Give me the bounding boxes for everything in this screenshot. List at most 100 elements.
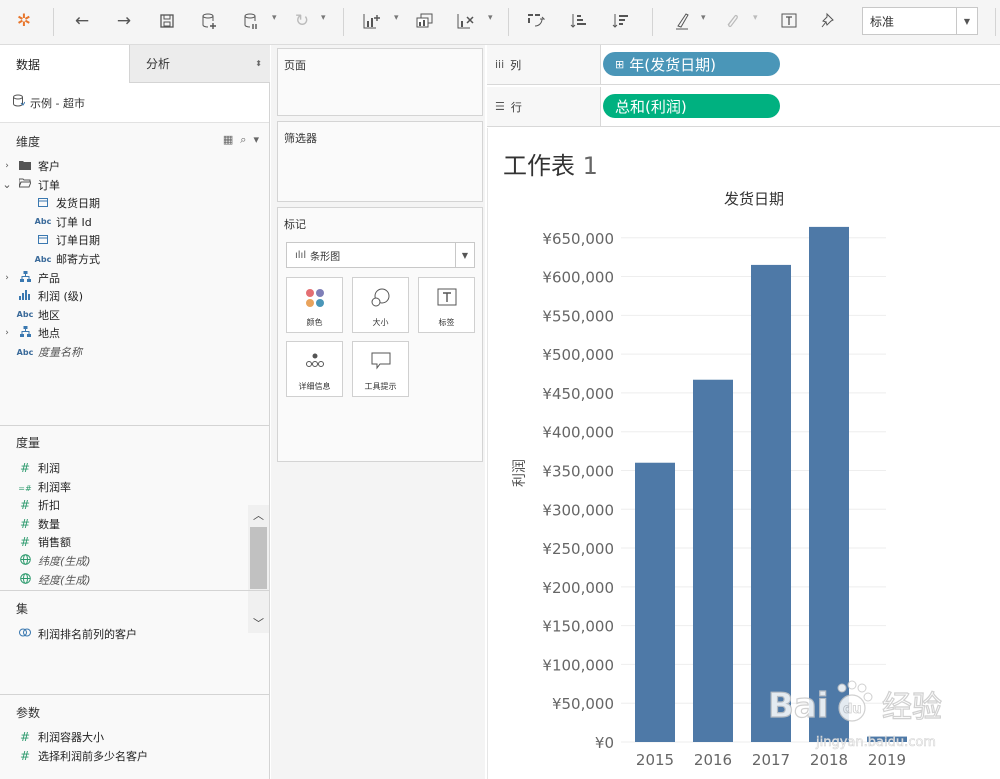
columns-shelf-label: iii 列 (495, 45, 521, 84)
label-button[interactable]: 标签 (418, 277, 475, 333)
field-item[interactable]: 发货日期 (0, 194, 248, 212)
new-worksheet-dropdown-icon[interactable]: ▾ (394, 13, 399, 23)
clear-dropdown-icon[interactable]: ▾ (488, 13, 493, 23)
pin-axes-icon[interactable] (815, 8, 843, 34)
datasource-item[interactable]: 示例 - 超市 (0, 83, 269, 123)
duplicate-icon[interactable] (411, 8, 439, 34)
hierarchy-icon (14, 270, 36, 285)
scroll-up-icon[interactable]: ︿ (248, 505, 269, 525)
field-item[interactable]: # 折扣 (0, 496, 248, 514)
field-item[interactable]: 利润 (级) (0, 287, 248, 305)
field-item[interactable]: › 地点 (0, 324, 248, 342)
chevron-right-icon[interactable]: › (0, 273, 14, 283)
parameters-header-label: 参数 (16, 706, 41, 720)
field-item[interactable]: # 销售额 (0, 533, 248, 551)
show-mark-labels-icon[interactable] (775, 8, 803, 34)
bar[interactable] (751, 264, 791, 742)
bar[interactable] (809, 226, 849, 742)
sort-descending-icon[interactable] (607, 8, 635, 34)
y-tick-label: ¥400,000 (542, 424, 614, 442)
tab-analysis[interactable]: 分析 ⬍ (130, 45, 270, 83)
new-datasource-icon[interactable] (195, 8, 223, 34)
columns-drop-area[interactable]: ⊞ 年(发货日期) (600, 45, 1000, 84)
color-button[interactable]: 颜色 (286, 277, 343, 333)
chevron-right-icon[interactable]: › (0, 161, 14, 171)
parameter-icon: # (19, 748, 31, 763)
field-item[interactable]: 纬度(生成) (0, 552, 248, 570)
sort-ascending-icon[interactable] (565, 8, 593, 34)
field-item[interactable]: 利润排名前列的客户 (0, 625, 248, 643)
expand-plus-icon[interactable]: ⊞ (615, 58, 624, 71)
tooltip-button[interactable]: 工具提示 (352, 341, 409, 397)
calculated-number-icon: =# (18, 483, 32, 493)
filters-card[interactable]: 筛选器 (277, 121, 483, 202)
field-label: 销售额 (38, 536, 71, 550)
redo-icon[interactable]: → (110, 8, 138, 34)
bar[interactable] (635, 462, 675, 742)
field-item[interactable]: # 利润容器大小 (0, 728, 248, 746)
search-icon[interactable]: ⌕ (240, 133, 246, 146)
field-item[interactable]: › 客户 (0, 157, 248, 175)
view-data-icon[interactable]: ▦ (223, 133, 233, 146)
toolbar-separator (652, 8, 653, 36)
pause-updates-icon[interactable] (237, 8, 265, 34)
columns-pill[interactable]: ⊞ 年(发货日期) (603, 52, 780, 76)
field-item[interactable]: # 数量 (0, 515, 248, 533)
pause-dropdown-icon[interactable]: ▾ (272, 13, 277, 23)
y-axis-label: 利润 (512, 459, 528, 487)
detail-button-label: 详细信息 (298, 382, 331, 391)
field-item[interactable]: Abc 邮寄方式 (0, 250, 248, 268)
undo-icon[interactable]: ← (68, 8, 96, 34)
field-label: 数量 (38, 517, 60, 531)
field-item[interactable]: 经度(生成) (0, 571, 248, 589)
tab-data-label: 数据 (16, 57, 41, 72)
rows-drop-area[interactable]: 总和(利润) (600, 87, 1000, 126)
field-item[interactable]: =# 利润率 (0, 478, 248, 496)
highlight-icon[interactable] (668, 8, 696, 34)
data-pane: 数据 分析 ⬍ 示例 - 超市 维度 ▦ ⌕ ▾ › 客户 ⌄ 订单发货日期 Abc 订单 … (0, 45, 270, 779)
svg-text:du: du (843, 702, 862, 717)
refresh-icon[interactable]: ↻ (288, 8, 316, 34)
swap-rows-columns-icon[interactable] (522, 8, 550, 34)
scroll-down-icon[interactable]: ﹀ (248, 613, 269, 633)
group-members-icon[interactable] (718, 8, 746, 34)
chevron-right-icon[interactable]: › (0, 328, 14, 338)
field-label: 订单 (38, 178, 60, 192)
size-icon (353, 288, 408, 313)
new-worksheet-icon[interactable] (358, 8, 386, 34)
field-item[interactable]: › 产品 (0, 269, 248, 287)
abc-icon: Abc (34, 217, 52, 227)
size-button[interactable]: 大小 (352, 277, 409, 333)
rows-pill[interactable]: 总和(利润) (603, 94, 780, 118)
label-button-label: 标签 (438, 318, 455, 327)
field-item[interactable]: 订单日期 (0, 231, 248, 249)
field-item[interactable]: Abc 订单 Id (0, 213, 248, 231)
abc-icon: Abc (16, 310, 34, 320)
field-item[interactable]: # 选择利润前多少名客户 (0, 747, 248, 765)
dimensions-header-label: 维度 (16, 135, 41, 149)
field-item[interactable]: # 利润 (0, 459, 248, 477)
pages-card[interactable]: 页面 (277, 48, 483, 116)
measures-header-label: 度量 (16, 436, 41, 450)
fit-select[interactable]: 标准 ▼ (862, 7, 978, 35)
tab-data[interactable]: 数据 (0, 45, 130, 83)
group-dropdown-icon[interactable]: ▾ (753, 13, 758, 23)
field-label: 客户 (38, 160, 60, 173)
detail-button[interactable]: 详细信息 (286, 341, 343, 397)
highlight-dropdown-icon[interactable]: ▾ (701, 13, 706, 23)
tableau-logo-icon[interactable]: ✲ (10, 8, 38, 34)
dimensions-menu-icon[interactable]: ▾ (253, 133, 259, 146)
field-item[interactable]: Abc 度量名称 (0, 343, 248, 361)
clear-sheet-icon[interactable] (452, 8, 480, 34)
field-label: 地区 (38, 308, 60, 322)
scroll-thumb[interactable] (250, 527, 267, 589)
bar[interactable] (693, 379, 733, 742)
field-item[interactable]: ⌄ 订单 (0, 176, 248, 194)
chevron-down-icon[interactable]: ⌄ (0, 178, 14, 191)
refresh-dropdown-icon[interactable]: ▾ (321, 13, 326, 23)
y-tick-label: ¥150,000 (542, 618, 614, 636)
mark-type-select[interactable]: ılıl 条形图 ▼ (286, 242, 475, 268)
y-axis-ticks: ¥0 ¥50,000 ¥100,000 ¥150,000 ¥200,000 ¥250,00… (542, 230, 614, 752)
field-item[interactable]: Abc 地区 (0, 306, 248, 324)
save-icon[interactable] (153, 8, 181, 34)
